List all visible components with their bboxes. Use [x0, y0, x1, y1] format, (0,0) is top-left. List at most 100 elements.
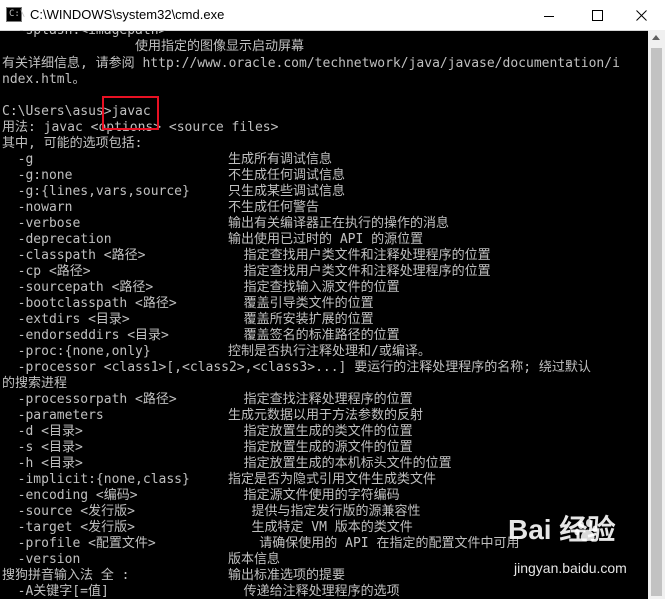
- console-line: -g 生成所有调试信息: [2, 152, 332, 168]
- console-line: -implicit:{none,class} 指定是否为隐式引用文件生成类文件: [2, 472, 436, 488]
- option-desc: 不生成任何警告: [228, 200, 320, 215]
- cmd-icon[interactable]: C:\: [6, 7, 25, 22]
- option-desc: 不生成任何调试信息: [228, 168, 346, 183]
- console-line: -version 版本信息: [2, 552, 280, 568]
- option-desc: 传递给注释处理程序的选项: [228, 584, 400, 599]
- option-name: -endorseddirs <目录>: [2, 328, 169, 343]
- console-line: 其中, 可能的选项包括:: [2, 136, 142, 152]
- console-line: -parameters 生成元数据以用于方法参数的反射: [2, 408, 423, 424]
- baidu-paw-icon: [574, 519, 598, 542]
- console-line: 使用指定的图像显示启动屏幕: [2, 39, 304, 55]
- maximize-button[interactable]: [575, 0, 621, 30]
- option-desc: 指定查找用户类文件和注释处理程序的位置: [228, 264, 491, 279]
- minimize-icon: [544, 16, 554, 17]
- line-text: 有关详细信息, 请参阅 http://www.oracle.com/techne…: [2, 56, 620, 71]
- option-desc: 指定是否为隐式引用文件生成类文件: [228, 472, 437, 487]
- option-desc: 生成特定 VM 版本的类文件: [228, 520, 413, 535]
- option-desc: 请确保使用的 API 在指定的配置文件中可用: [228, 536, 520, 551]
- option-name: -nowarn: [2, 200, 73, 215]
- option-desc: 版本信息: [228, 552, 281, 567]
- option-desc: 指定放置生成的类文件的位置: [228, 424, 413, 439]
- option-desc: 只生成某些调试信息: [228, 184, 346, 199]
- console-line: -classpath <路径> 指定查找用户类文件和注释处理程序的位置: [2, 248, 491, 264]
- option-name: -implicit:{none,class}: [2, 472, 190, 487]
- option-desc: 输出使用已过时的 API 的源位置: [228, 232, 424, 247]
- console-line: -sourcepath <路径> 指定查找输入源文件的位置: [2, 280, 400, 296]
- console-line: -splash:<imagepath>: [2, 30, 167, 39]
- maximize-icon: [592, 10, 603, 21]
- option-name: -classpath <路径>: [2, 248, 146, 263]
- option-name: -h <目录>: [2, 456, 83, 471]
- option-desc: 指定查找注释处理程序的位置: [228, 392, 413, 407]
- console-line: 的搜索进程: [2, 376, 67, 392]
- console-line: -g:none 不生成任何调试信息: [2, 168, 345, 184]
- option-name: -processorpath <路径>: [2, 392, 177, 407]
- option-name: -d <目录>: [2, 424, 83, 439]
- option-name: -proc:{none,only}: [2, 344, 151, 359]
- line-text: -splash:<imagepath>: [2, 30, 167, 38]
- line-text: -processor <class1>[,<class2>,<class3>..…: [2, 360, 591, 375]
- option-name: -bootclasspath <路径>: [2, 296, 177, 311]
- option-desc: 覆盖签名的标准路径的位置: [228, 328, 400, 343]
- line-text: ndex.html。: [2, 72, 86, 87]
- option-name: -profile <配置文件>: [2, 536, 156, 551]
- option-desc: 覆盖引导类文件的位置: [228, 296, 374, 311]
- console-line: -deprecation 输出使用已过时的 API 的源位置: [2, 232, 424, 248]
- close-icon: [636, 10, 647, 21]
- cmd-window: C:\ C:\WINDOWS\system32\cmd.exe -splash:…: [0, 0, 665, 599]
- option-name: -g: [2, 152, 34, 167]
- line-text: 使用指定的图像显示启动屏幕: [2, 39, 305, 54]
- option-name: -verbose: [2, 216, 81, 231]
- console-line: -verbose 输出有关编译器正在执行的操作的消息: [2, 216, 449, 232]
- option-desc: 生成元数据以用于方法参数的反射: [228, 408, 424, 423]
- option-desc: 指定查找用户类文件和注释处理程序的位置: [228, 248, 491, 263]
- console-line: 有关详细信息, 请参阅 http://www.oracle.com/techne…: [2, 56, 620, 72]
- option-desc: 生成所有调试信息: [228, 152, 333, 167]
- highlight-box: [102, 96, 159, 130]
- option-name: -s <目录>: [2, 440, 83, 455]
- line-text: 的搜索进程: [2, 376, 68, 391]
- option-name: -deprecation: [2, 232, 112, 247]
- option-desc: 提供与指定发行版的源兼容性: [228, 504, 421, 519]
- option-desc: 控制是否执行注释处理和/或编译。: [228, 344, 431, 359]
- option-desc: 指定源文件使用的字符编码: [228, 488, 400, 503]
- console-line: -target <发行版> 生成特定 VM 版本的类文件: [2, 520, 413, 536]
- option-name: -sourcepath <路径>: [2, 280, 154, 295]
- console-line: -endorseddirs <目录> 覆盖签名的标准路径的位置: [2, 328, 400, 344]
- option-name: -A关键字[=值]: [2, 584, 109, 599]
- option-name: -cp <路径>: [2, 264, 91, 279]
- console-line: -d <目录> 指定放置生成的类文件的位置: [2, 424, 413, 440]
- option-name: -target <发行版>: [2, 520, 135, 535]
- option-desc: 输出标准选项的提要: [228, 568, 346, 583]
- option-desc: 指定放置生成的本机标头文件的位置: [228, 456, 452, 471]
- option-desc: 覆盖所安装扩展的位置: [228, 312, 374, 327]
- option-desc: 指定查找输入源文件的位置: [228, 280, 400, 295]
- option-name: -source <发行版>: [2, 504, 135, 519]
- option-name: -extdirs <目录>: [2, 312, 130, 327]
- option-name: -encoding <编码>: [2, 488, 138, 503]
- watermark-url: jingyan.baidu.com: [514, 560, 627, 576]
- option-name: -parameters: [2, 408, 104, 423]
- console-line: -A关键字[=值] 传递给注释处理程序的选项: [2, 584, 400, 599]
- console-line: -nowarn 不生成任何警告: [2, 200, 319, 216]
- console-line: -processorpath <路径> 指定查找注释处理程序的位置: [2, 392, 413, 408]
- close-button[interactable]: [619, 0, 665, 30]
- option-desc: 输出有关编译器正在执行的操作的消息: [228, 216, 450, 231]
- console-line: -h <目录> 指定放置生成的本机标头文件的位置: [2, 456, 452, 472]
- option-name: -version: [2, 552, 81, 567]
- title-bar[interactable]: C:\ C:\WINDOWS\system32\cmd.exe: [0, 0, 665, 31]
- console-line: 搜狗拼音输入法 全 : 输出标准选项的提要: [2, 568, 345, 584]
- console-line: -g:{lines,vars,source} 只生成某些调试信息: [2, 184, 345, 200]
- console-line: -source <发行版> 提供与指定发行版的源兼容性: [2, 504, 421, 520]
- console-line: -encoding <编码> 指定源文件使用的字符编码: [2, 488, 400, 504]
- option-name: -g:none: [2, 168, 73, 183]
- minimize-button[interactable]: [527, 0, 573, 30]
- console-line: -cp <路径> 指定查找用户类文件和注释处理程序的位置: [2, 264, 491, 280]
- console-line: -processor <class1>[,<class2>,<class3>..…: [2, 360, 591, 376]
- window-title: C:\WINDOWS\system32\cmd.exe: [30, 7, 225, 22]
- console-line: -profile <配置文件> 请确保使用的 API 在指定的配置文件中可用: [2, 536, 520, 552]
- console-line: -extdirs <目录> 覆盖所安装扩展的位置: [2, 312, 374, 328]
- scroll-up-icon[interactable]: [652, 35, 660, 40]
- line-text: 其中, 可能的选项包括:: [2, 136, 143, 151]
- console-line: -bootclasspath <路径> 覆盖引导类文件的位置: [2, 296, 374, 312]
